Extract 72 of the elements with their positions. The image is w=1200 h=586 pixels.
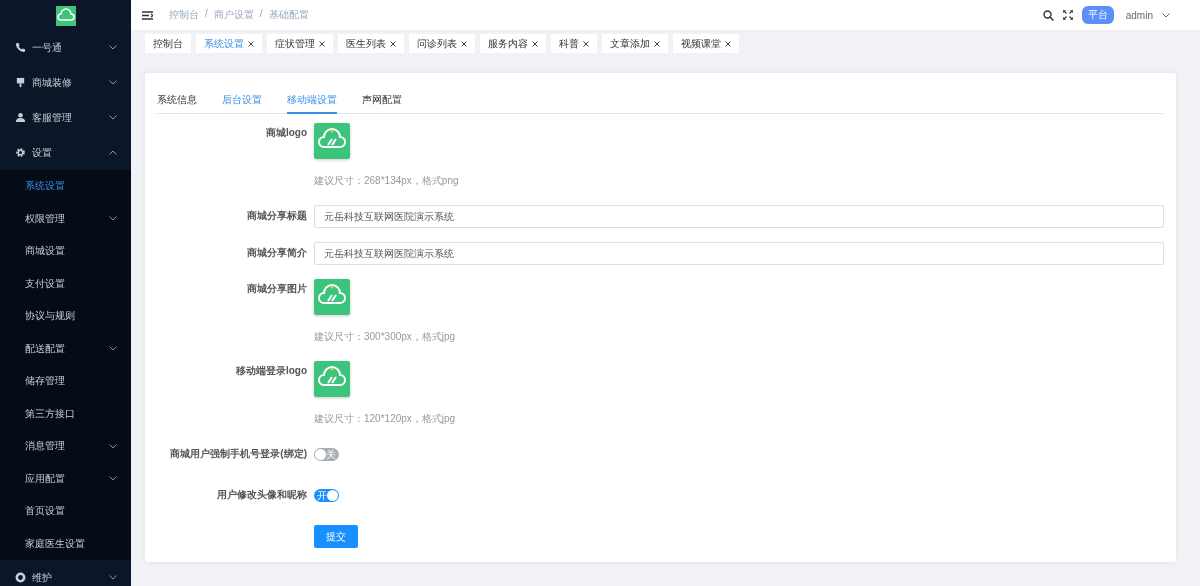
sidebar-menu-item[interactable]: 客服管理: [0, 100, 131, 135]
chevron-icon: [109, 443, 117, 449]
user-icon: [15, 112, 26, 123]
size-hint: 建议尺寸：300*300px，格式jpg: [314, 330, 456, 344]
form-label: 商城用户强制手机号登录(绑定): [169, 447, 308, 461]
fullscreen-icon[interactable]: [1062, 10, 1073, 21]
menu-icon[interactable]: [142, 10, 153, 20]
page-tag[interactable]: 医生列表: [338, 34, 404, 54]
user-menu[interactable]: admin: [1125, 9, 1153, 21]
sidebar-submenu-item[interactable]: 系统设置: [0, 170, 131, 203]
settings-tab[interactable]: 后台设置: [222, 90, 262, 114]
close-icon[interactable]: [654, 40, 660, 47]
page-tag[interactable]: 症状管理: [267, 34, 333, 54]
form-label: 商城分享图片: [246, 282, 308, 296]
size-hint: 建议尺寸：120*120px，格式jpg: [314, 412, 456, 426]
sidebar-submenu-item[interactable]: 家庭医生设置: [0, 527, 131, 560]
sidebar-menu-item[interactable]: 一号通: [0, 30, 131, 65]
sidebar-menu-item[interactable]: 商城装修: [0, 65, 131, 100]
chevron-icon: [109, 80, 117, 85]
role-badge: 平台: [1081, 6, 1114, 25]
gear-icon: [15, 147, 26, 158]
gear-ring-icon: [15, 572, 26, 583]
sidebar-submenu-item[interactable]: 权限管理: [0, 202, 131, 235]
chevron-icon: [109, 115, 117, 120]
sidebar-menu-item[interactable]: 维护: [0, 560, 131, 586]
page-tag[interactable]: 控制台: [145, 34, 191, 54]
close-icon[interactable]: [390, 40, 396, 47]
sidebar-submenu-item[interactable]: 协议与规则: [0, 300, 131, 333]
sidebar-submenu-item[interactable]: 支付设置: [0, 267, 131, 300]
caret-icon[interactable]: [1162, 12, 1170, 18]
breadcrumb-separator: /: [259, 8, 263, 22]
page-tag[interactable]: 文章添加: [602, 34, 668, 54]
phone-icon: [15, 42, 26, 53]
sidebar-submenu-item[interactable]: 首页设置: [0, 495, 131, 528]
chevron-icon: [109, 45, 117, 50]
sidebar-submenu-item[interactable]: 消息管理: [0, 430, 131, 463]
chevron-icon: [109, 150, 117, 155]
chevron-icon: [109, 346, 117, 352]
form-label: 商城分享简介: [246, 246, 308, 260]
text-field[interactable]: 元岳科技互联网医院演示系统: [314, 205, 1164, 228]
sidebar-submenu-item[interactable]: 商城设置: [0, 235, 131, 268]
page-tag[interactable]: 视频课堂: [673, 34, 739, 54]
chevron-icon: [109, 216, 117, 222]
page-tag[interactable]: 系统设置: [196, 34, 262, 54]
close-icon[interactable]: [725, 40, 731, 47]
close-icon[interactable]: [248, 40, 254, 47]
sidebar-submenu-item[interactable]: 储存管理: [0, 365, 131, 398]
settings-tab[interactable]: 系统信息: [157, 90, 197, 114]
sidebar-submenu-item[interactable]: 应用配置: [0, 462, 131, 495]
form-label: 移动端登录logo: [234, 364, 308, 378]
form-label: 商城分享标题: [246, 209, 308, 223]
search-icon[interactable]: [1042, 9, 1054, 21]
form-label: 用户修改头像和昵称: [216, 488, 308, 502]
close-icon[interactable]: [319, 40, 325, 47]
close-icon[interactable]: [583, 40, 589, 47]
sidebar-submenu-item[interactable]: 第三方接口: [0, 397, 131, 430]
chevron-icon: [109, 476, 117, 482]
sidebar-submenu-item[interactable]: 配送配置: [0, 332, 131, 365]
page-tag[interactable]: 科普: [551, 34, 597, 54]
settings-tab[interactable]: 移动端设置: [287, 90, 337, 114]
page-tag[interactable]: 服务内容: [480, 34, 546, 54]
close-icon[interactable]: [461, 40, 467, 47]
monitor-icon: [15, 77, 26, 88]
text-field[interactable]: 元岳科技互联网医院演示系统: [314, 242, 1164, 265]
form-label: 商城logo: [264, 126, 308, 140]
cloud-logo-icon: [55, 6, 76, 26]
chevron-icon: [109, 575, 117, 580]
settings-tab[interactable]: 声网配置: [362, 90, 402, 114]
size-hint: 建议尺寸：268*134px，格式png: [314, 174, 459, 188]
close-icon[interactable]: [532, 40, 538, 47]
breadcrumb-separator: /: [205, 8, 208, 22]
page-tag[interactable]: 问诊列表: [409, 34, 475, 54]
